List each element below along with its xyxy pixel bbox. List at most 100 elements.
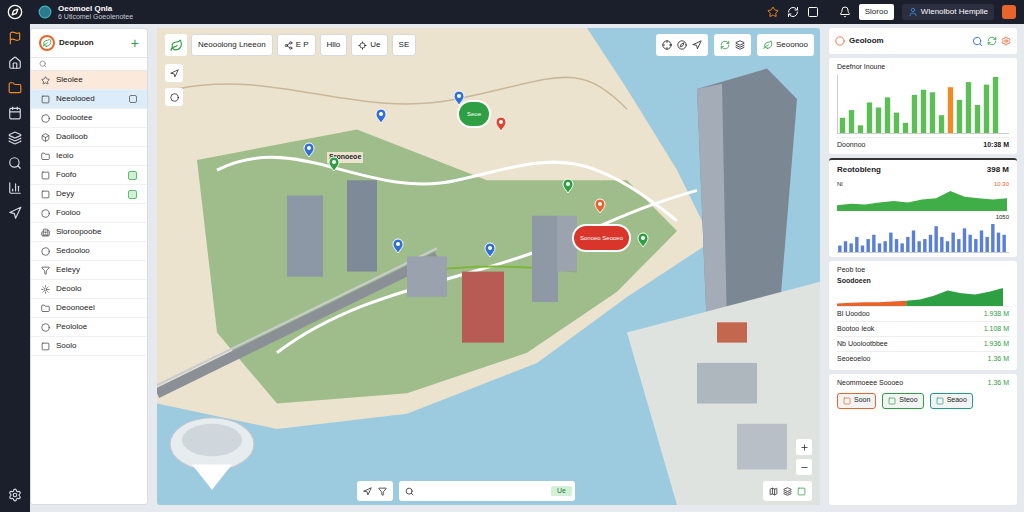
panel-header: Geoloom: [829, 28, 1017, 54]
map-callout[interactable]: Sonoeo Seooeo: [572, 224, 631, 252]
map-pin-icon[interactable]: [328, 156, 340, 172]
leaf-icon: [763, 40, 773, 50]
app-subtitle: 6 Utlcomel Goeolenotee: [58, 13, 133, 20]
layers-icon[interactable]: [735, 40, 745, 50]
search-button[interactable]: Ue: [551, 486, 572, 497]
item-icon: [41, 171, 50, 180]
map-pin-icon[interactable]: [484, 242, 496, 258]
refresh-icon[interactable]: [787, 6, 799, 18]
map-chip[interactable]: E P: [277, 34, 316, 56]
map-bottom-bar: Ue: [357, 481, 575, 501]
sidebar-item[interactable]: Deyy: [31, 185, 147, 204]
sidebar-item[interactable]: Deoonoeel: [31, 299, 147, 318]
map-pin-icon[interactable]: [637, 232, 649, 248]
sidebar-item[interactable]: Eeleyy: [31, 261, 147, 280]
map-pin-icon[interactable]: [375, 108, 387, 124]
refresh-icon[interactable]: [987, 36, 997, 46]
navigation-icon[interactable]: [363, 487, 372, 496]
ranking-bar-chart: [837, 222, 1007, 252]
settings-icon[interactable]: [1001, 36, 1011, 46]
map-chip[interactable]: Ue: [351, 34, 387, 56]
compass-icon[interactable]: [677, 40, 687, 50]
ranking-card: Reotobleng398 MNl10.301050: [829, 158, 1017, 257]
sidebar-item[interactable]: Ieoio: [31, 147, 147, 166]
map-pin-icon[interactable]: [495, 116, 507, 132]
sidebar-item[interactable]: Peololoe: [31, 318, 147, 337]
crosshair-icon[interactable]: [662, 40, 672, 50]
footer-card: Neommoeee Soooeo1.36 MSoonSteooSeaoo: [829, 374, 1017, 505]
item-icon: [41, 133, 50, 142]
rail-item[interactable]: [8, 106, 22, 120]
item-icon: [41, 247, 50, 256]
map-pin-icon[interactable]: [594, 198, 606, 214]
item-marker: [128, 190, 137, 199]
map-chip[interactable]: SE: [392, 34, 417, 56]
info-tool[interactable]: [165, 88, 183, 106]
rail-item[interactable]: [8, 488, 22, 502]
action-button[interactable]: Seaoo: [930, 393, 973, 409]
zoom-out[interactable]: [796, 459, 812, 475]
map-search[interactable]: Ue: [399, 481, 575, 501]
sidebar-item[interactable]: Daolloob: [31, 128, 147, 147]
rail-icon: [8, 56, 22, 70]
sidebar-item[interactable]: Fooloo: [31, 204, 147, 223]
map-chip[interactable]: Neooolong Lneeon: [191, 34, 273, 56]
sidebar-item[interactable]: Sleolee: [31, 71, 147, 90]
map-pin-icon[interactable]: [562, 178, 574, 194]
map-illustration: [157, 28, 820, 505]
search-icon[interactable]: [972, 36, 983, 47]
zoom-in[interactable]: [796, 439, 812, 455]
action-button[interactable]: Steoo: [882, 393, 923, 409]
sidebar-item[interactable]: Foofo: [31, 166, 147, 185]
top-button[interactable]: Sloroo: [859, 4, 894, 20]
top-bar: Oeomoel Qnla6 Utlcomel Goeolenotee Sloroo…: [30, 0, 1024, 24]
map-chip[interactable]: Hllo: [320, 34, 348, 56]
sidebar-item[interactable]: Neeolooed: [31, 90, 147, 109]
item-icon: [41, 228, 50, 237]
action-button[interactable]: Soon: [837, 393, 876, 409]
map-callout[interactable]: Seoe: [457, 100, 491, 128]
search-icon[interactable]: [39, 60, 47, 68]
refresh-icon[interactable]: [720, 40, 730, 50]
square-icon[interactable]: [797, 487, 806, 496]
sidebar-item[interactable]: Sloroopoobe: [31, 223, 147, 242]
draw-tool[interactable]: [165, 64, 183, 82]
layer-chip[interactable]: Seoonoo: [757, 34, 814, 56]
rail-item[interactable]: [8, 131, 22, 145]
map-logo[interactable]: [165, 34, 187, 56]
map-pin-icon[interactable]: [392, 238, 404, 254]
avatar[interactable]: [1002, 5, 1016, 19]
map[interactable]: Neooolong LneeonE PHlloUeSESeoonooSronoe…: [157, 28, 820, 505]
rail-item[interactable]: [8, 56, 22, 70]
item-marker: [128, 171, 137, 180]
layers-icon[interactable]: [783, 487, 792, 496]
item-icon: [41, 76, 50, 85]
top-button[interactable]: Wlenolbot Hemplie: [902, 4, 994, 20]
map-icon[interactable]: [769, 487, 778, 496]
filter-icon[interactable]: [378, 487, 387, 496]
map-tools: [656, 34, 708, 56]
map-pin-icon[interactable]: [303, 142, 315, 158]
navigation-icon[interactable]: [692, 40, 702, 50]
rail-item[interactable]: [8, 206, 22, 220]
app-title: Oeomoel Qnla: [58, 5, 133, 13]
rail-item[interactable]: [8, 31, 22, 45]
rail-icon: [8, 131, 22, 145]
income-chart: [838, 75, 1000, 133]
sidebar-item[interactable]: Doolootee: [31, 109, 147, 128]
pointer-icon: [170, 69, 179, 78]
star-icon[interactable]: [767, 6, 779, 18]
summary-card: Peob toeSoodoeenBl Uoodoo1.938 MBootoo I…: [829, 261, 1017, 370]
rail-item[interactable]: [8, 81, 22, 95]
user-icon: [908, 7, 918, 17]
rail-item[interactable]: [8, 156, 22, 170]
window-icon[interactable]: [807, 6, 819, 18]
item-icon: [41, 190, 50, 199]
bell-icon[interactable]: [839, 6, 851, 18]
sidebar-item[interactable]: Deoolo: [31, 280, 147, 299]
sidebar-item[interactable]: Soolo: [31, 337, 147, 356]
rail-item[interactable]: [8, 181, 22, 195]
sidebar-item[interactable]: Sedooloo: [31, 242, 147, 261]
add-button[interactable]: +: [131, 36, 139, 50]
item-icon: [41, 95, 50, 104]
